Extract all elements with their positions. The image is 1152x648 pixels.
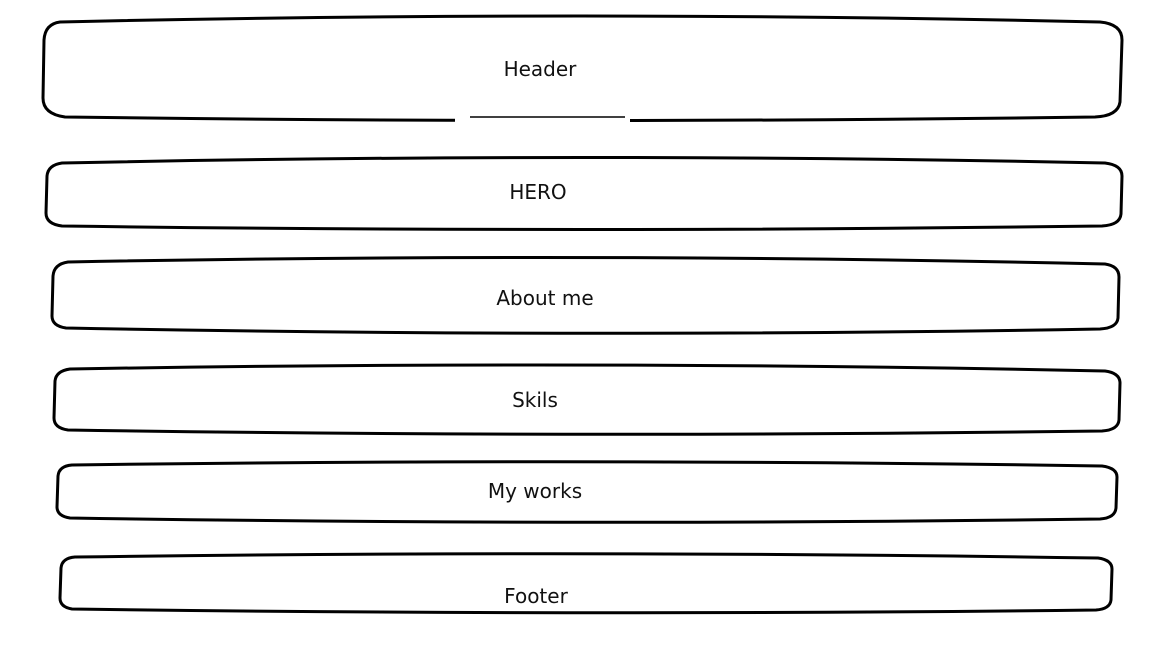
my-works-label: My works: [488, 479, 582, 503]
header-label: Header: [504, 57, 578, 81]
hero-label: HERO: [509, 180, 566, 204]
page-layout-wireframe: Header HERO About me Skils My works Foot…: [41, 14, 1124, 615]
my-works-block-outline: [55, 460, 1119, 524]
footer-block-outline: [58, 552, 1114, 615]
hero-block: HERO: [44, 156, 1124, 231]
skils-block: Skils: [52, 363, 1122, 436]
hero-block-outline: [44, 156, 1124, 231]
footer-label: Footer: [504, 584, 568, 608]
about-me-label: About me: [496, 286, 593, 310]
skils-label: Skils: [512, 388, 558, 412]
header-block-outline: [41, 14, 1124, 122]
footer-block: Footer: [58, 552, 1114, 615]
about-me-block: About me: [50, 255, 1121, 335]
my-works-block: My works: [55, 460, 1119, 524]
skils-block-outline: [52, 363, 1122, 436]
header-block: Header: [41, 14, 1124, 122]
